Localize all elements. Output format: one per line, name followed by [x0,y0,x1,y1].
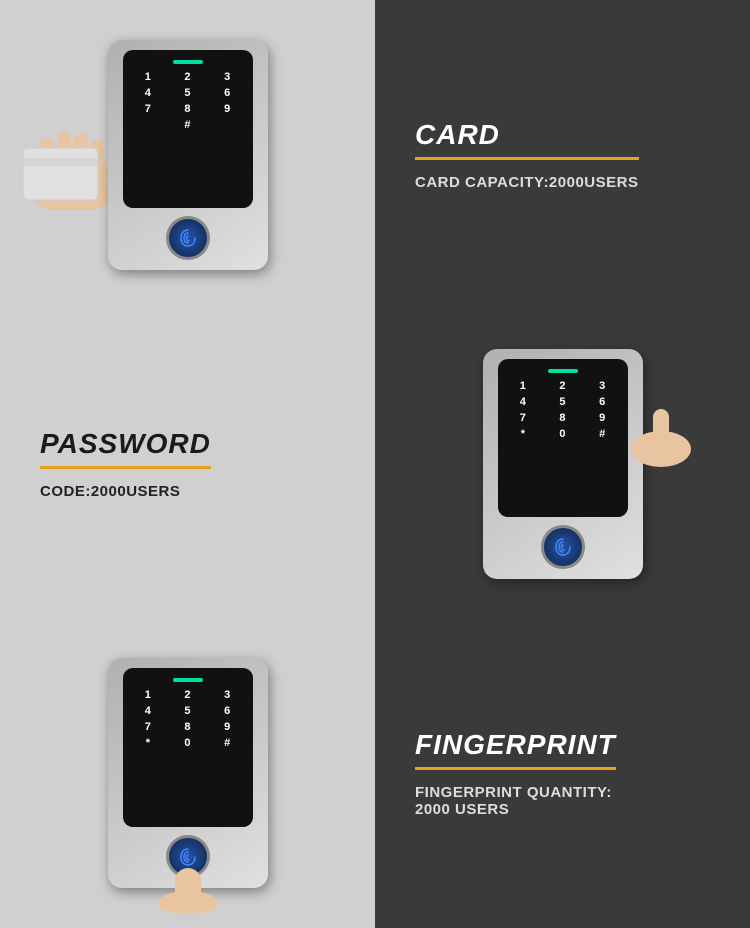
keypad-grid-2: 1 2 3 4 5 6 7 8 9 * 0 # [506,381,620,440]
fingerprint-sensor-2 [541,525,585,569]
key-4b: 4 [506,397,541,408]
thumb-press-icon [153,858,223,913]
key-hashb: # [585,429,620,440]
key-hash: # [170,120,205,131]
card-info-block: CARD CARD CAPACITY:2000USERS [415,119,639,191]
key-2c: 2 [170,690,205,701]
device-screen-3: 1 2 3 4 5 6 7 8 9 * 0 # [123,668,253,826]
card-description: CARD CAPACITY:2000USERS [415,174,639,191]
key-6c: 6 [210,706,245,717]
key-3b: 3 [585,381,620,392]
status-indicator [173,60,203,64]
key-9b: 9 [585,413,620,424]
password-info-cell: PASSWORD CODE:2000USERS [0,309,375,618]
device-screen-2: 1 2 3 4 5 6 7 8 9 * 0 # [498,359,628,517]
key-5: 5 [170,88,205,99]
keypad-grid-3: 1 2 3 4 5 6 7 8 9 * 0 # [131,690,245,749]
password-description: CODE:2000USERS [40,483,211,500]
key-9: 9 [210,104,245,115]
key-starb: * [506,429,541,440]
key-3: 3 [210,72,245,83]
key-6: 6 [210,88,245,99]
card-title-underline [415,157,639,160]
pointing-finger-icon [618,409,698,469]
status-indicator-3 [173,678,203,682]
key-2: 2 [170,72,205,83]
device-screen: 1 2 3 4 5 6 7 8 9 # [123,50,253,208]
fingerprint-icon-2 [552,536,574,558]
key-starc: * [131,738,166,749]
password-image-cell: 1 2 3 4 5 6 7 8 9 * 0 # [375,309,750,618]
key-5b: 5 [545,397,580,408]
key-7: 7 [131,104,166,115]
fingerprint-title-underline [415,767,616,770]
key-3c: 3 [210,690,245,701]
password-info-block: PASSWORD CODE:2000USERS [40,428,211,500]
key-7c: 7 [131,722,166,733]
key-1: 1 [131,72,166,83]
access-control-device-bot-left: 1 2 3 4 5 6 7 8 9 * 0 # [108,658,268,888]
key-star [131,120,166,131]
password-title: PASSWORD [40,428,211,460]
key-8b: 8 [545,413,580,424]
key-6b: 6 [585,397,620,408]
key-1b: 1 [506,381,541,392]
fingerprint-info-block: FINGERPRINT FINGERPRINT QUANTITY: 2000 U… [415,729,616,818]
card-info-cell: CARD CARD CAPACITY:2000USERS [375,0,750,309]
fingerprint-icon [177,227,199,249]
key-8: 8 [170,104,205,115]
key-8c: 8 [170,722,205,733]
keypad-grid: 1 2 3 4 5 6 7 8 9 # [131,72,245,131]
key-7b: 7 [506,413,541,424]
key-5c: 5 [170,706,205,717]
key-4c: 4 [131,706,166,717]
key-hashc: # [210,738,245,749]
key-0b: 0 [545,429,580,440]
fingerprint-description: FINGERPRINT QUANTITY: 2000 USERS [415,784,616,818]
key-1c: 1 [131,690,166,701]
key-0c: 0 [170,738,205,749]
fingerprint-info-cell: FINGERPRINT FINGERPRINT QUANTITY: 2000 U… [375,619,750,928]
key-2b: 2 [545,381,580,392]
key-4: 4 [131,88,166,99]
key-blank [210,120,245,131]
fingerprint-sensor [166,216,210,260]
fingerprint-image-cell: 1 2 3 4 5 6 7 8 9 * 0 # [0,619,375,928]
key-9c: 9 [210,722,245,733]
fingerprint-title: FINGERPRINT [415,729,616,761]
card-title: CARD [415,119,639,151]
card-image-cell: 1 2 3 4 5 6 7 8 9 # [0,0,375,309]
password-title-underline [40,466,211,469]
access-control-device-top-left: 1 2 3 4 5 6 7 8 9 # [108,40,268,270]
status-indicator-2 [548,369,578,373]
